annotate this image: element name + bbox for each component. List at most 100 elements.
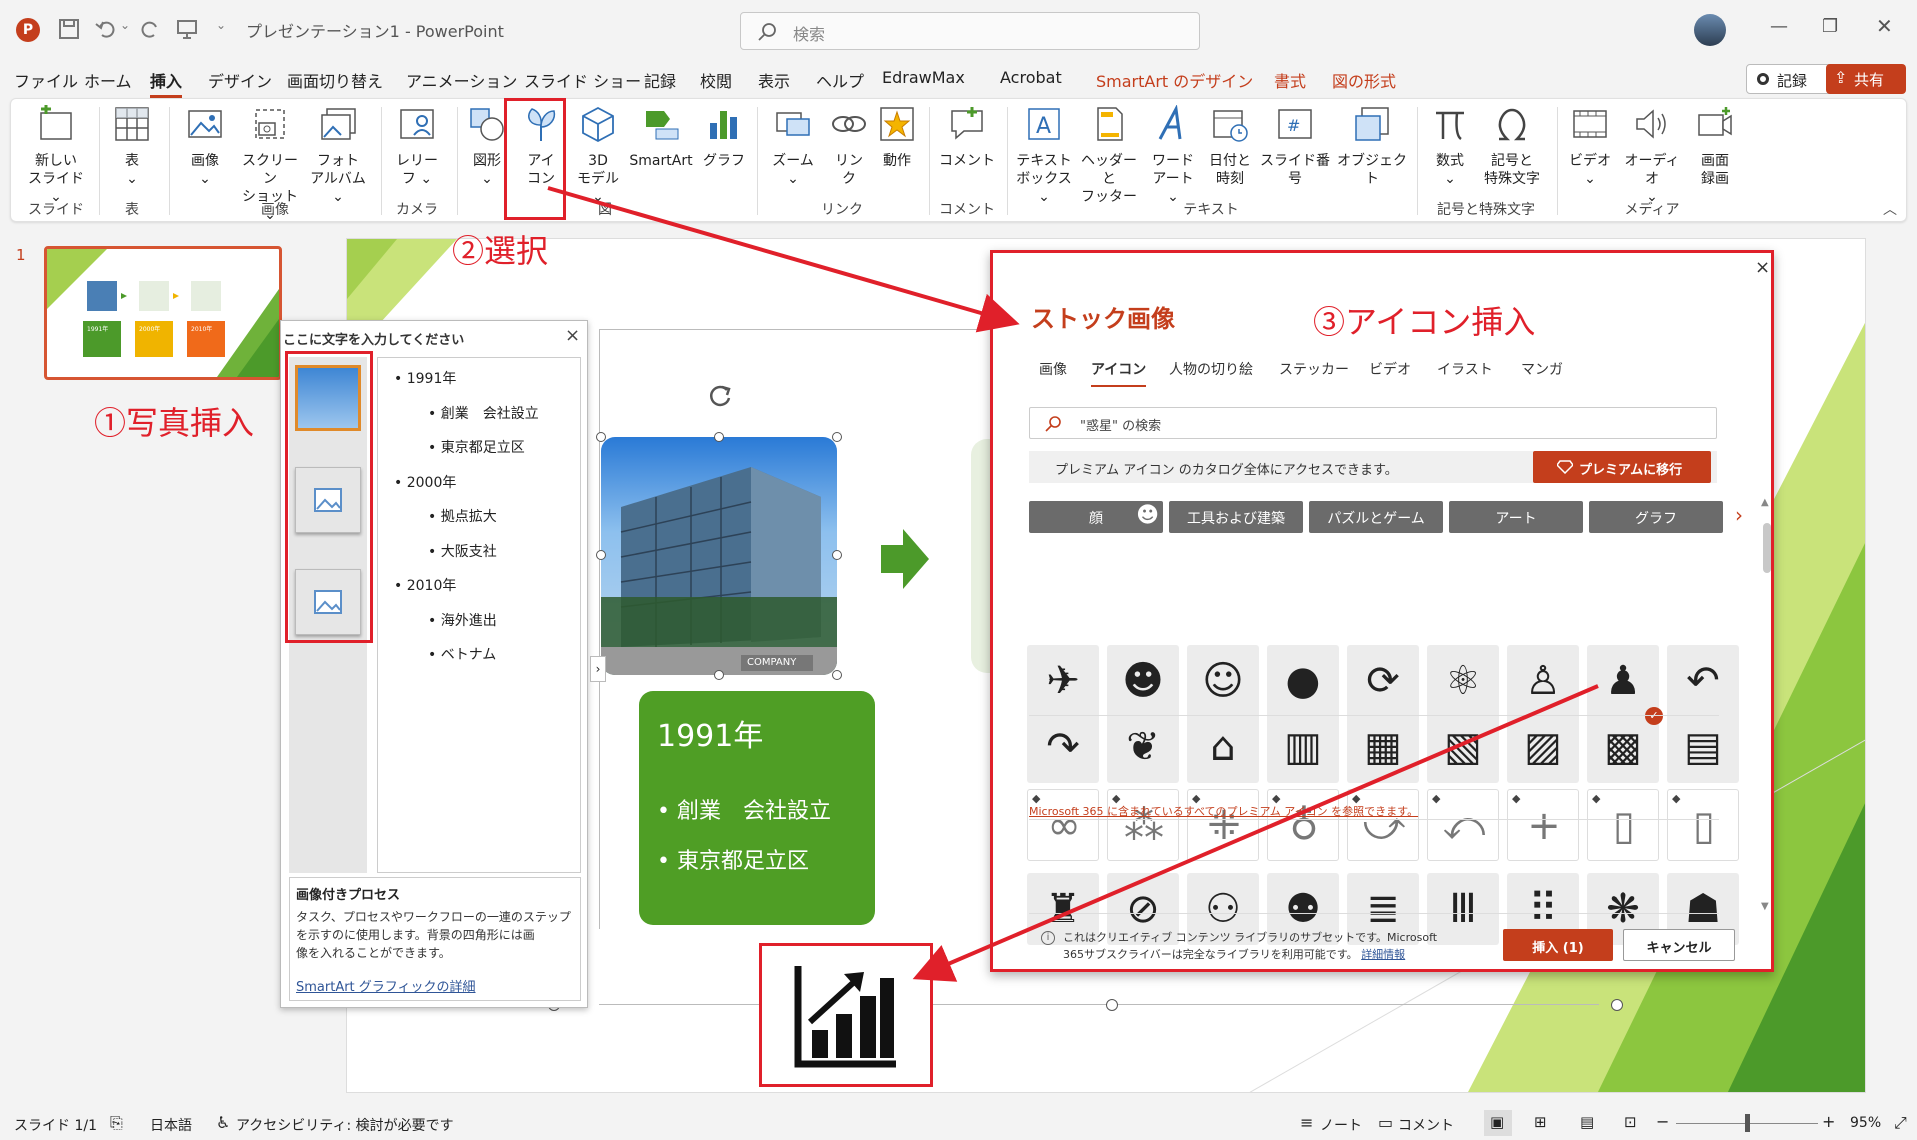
resize-handle[interactable] <box>714 432 724 442</box>
resize-handle[interactable] <box>596 432 606 442</box>
resize-handle[interactable] <box>1611 999 1623 1011</box>
go-premium-button[interactable]: プレミアムに移行 <box>1533 451 1711 483</box>
icon-tile[interactable]: ⌂ <box>1187 711 1259 783</box>
icon-tile[interactable]: ↶ <box>1667 645 1739 717</box>
tab-insert[interactable]: 挿入 <box>150 68 183 98</box>
category-games[interactable]: パズルとゲーム <box>1309 501 1443 533</box>
tab-picture-format[interactable]: 図の形式 <box>1332 68 1396 92</box>
icon-tile[interactable]: Ⅲ <box>1427 873 1499 945</box>
smartart-button[interactable]: SmartArt <box>625 105 697 170</box>
insert-button[interactable]: 挿入 (1) <box>1503 929 1613 961</box>
icon-tile[interactable]: ▦ <box>1347 711 1419 783</box>
spellcheck-icon[interactable]: ⎘ <box>110 1113 123 1133</box>
zoom-button[interactable]: ズーム ⌄ <box>765 105 821 188</box>
bullet-item[interactable]: • ベトナム <box>428 644 496 664</box>
3d-models-button[interactable]: 3D モデル ⌄ <box>571 105 625 206</box>
zoom-slider-thumb[interactable] <box>1745 1114 1750 1132</box>
tab-review[interactable]: 校閲 <box>700 68 732 92</box>
save-icon[interactable] <box>58 18 80 40</box>
photo-album-button[interactable]: フォト アルバム ⌄ <box>305 105 371 206</box>
comment-button[interactable]: コメント <box>939 105 995 170</box>
smartart-details-link[interactable]: SmartArt グラフィックの詳細 <box>296 976 476 995</box>
cameo-button[interactable]: レリー フ ⌄ <box>389 105 445 188</box>
scroll-down-icon[interactable]: ▼ <box>1761 901 1769 912</box>
icon-tile[interactable]: ▯ ◆ <box>1587 789 1659 861</box>
chart-button[interactable]: グラフ <box>701 105 747 170</box>
rotate-handle-icon[interactable] <box>705 381 735 411</box>
link-button[interactable]: リン ク <box>827 105 871 188</box>
icon-tile[interactable]: ● <box>1267 645 1339 717</box>
picture-button[interactable]: 画像 ⌄ <box>179 105 231 188</box>
icon-tile[interactable]: ⟳ <box>1347 645 1419 717</box>
icon-tile[interactable]: ♁ ◆ <box>1267 789 1339 861</box>
building-photo[interactable]: COMPANY <box>601 437 837 675</box>
slide-number-button[interactable]: # スライド番号 <box>1255 105 1335 188</box>
equation-button[interactable]: 数式 ⌄ <box>1425 105 1475 188</box>
tab-acrobat[interactable]: Acrobat <box>1000 68 1062 87</box>
text-pane-close-icon[interactable]: × <box>565 325 580 346</box>
comments-button[interactable]: コメント <box>1398 1115 1454 1135</box>
icon-tile[interactable]: ❦ <box>1107 711 1179 783</box>
fit-to-window-icon[interactable]: ⤢ <box>1894 1113 1907 1133</box>
slideshow-icon[interactable]: ⊡ <box>1624 1113 1637 1131</box>
customize-toolbar-icon[interactable]: ⌄ <box>216 18 226 32</box>
bullet-item[interactable]: • 2010年 <box>394 575 456 595</box>
icon-tile[interactable]: ▥ <box>1267 711 1339 783</box>
resize-handle[interactable] <box>596 550 606 560</box>
redo-icon[interactable] <box>140 18 162 40</box>
icon-tile[interactable]: ▩✓ <box>1587 707 1663 783</box>
icon-tile[interactable]: ∞ ◆ <box>1027 789 1099 861</box>
bullet-editor[interactable]: • 1991年 • 創業 会社設立 • 東京都足立区 • 2000年 • 拠点拡大 • 大… <box>377 357 581 873</box>
dialog-tab-stickers[interactable]: ステッカー <box>1279 359 1349 379</box>
tab-home[interactable]: ホーム <box>84 68 132 92</box>
tab-view[interactable]: 表示 <box>758 68 790 92</box>
icon-tile[interactable]: ▯ ◆ <box>1667 789 1739 861</box>
tab-smartart-design[interactable]: SmartArt のデザイン <box>1096 68 1253 92</box>
icon-tile[interactable]: ☺ <box>1187 645 1259 717</box>
category-faces[interactable]: 顔 ☻ <box>1029 501 1163 533</box>
resize-handle[interactable] <box>832 670 842 680</box>
bullet-item[interactable]: • 大阪支社 <box>428 541 497 561</box>
zoom-out-icon[interactable]: − <box>1656 1112 1669 1131</box>
icon-tile[interactable]: ▧ <box>1427 711 1499 783</box>
zoom-level[interactable]: 95% <box>1850 1115 1881 1131</box>
dialog-tab-videos[interactable]: ビデオ <box>1369 359 1411 379</box>
resize-handle[interactable] <box>1106 999 1118 1011</box>
tab-edrawmax[interactable]: EdrawMax <box>882 68 965 87</box>
restore-icon[interactable]: ❐ <box>1822 16 1838 37</box>
notes-button[interactable]: ノート <box>1320 1115 1362 1135</box>
dialog-search-input[interactable]: "惑星" の検索 <box>1029 407 1717 439</box>
icon-tile[interactable]: ☻ <box>1107 645 1179 717</box>
zoom-in-icon[interactable]: + <box>1822 1112 1835 1131</box>
bullet-item[interactable]: • 海外進出 <box>428 610 497 630</box>
video-button[interactable]: ビデオ ⌄ <box>1565 105 1615 188</box>
slide-thumbnail[interactable]: 1991年 2000年 2010年 <box>44 246 282 380</box>
table-button[interactable]: 表 ⌄ <box>107 105 157 188</box>
category-graph[interactable]: グラフ <box>1589 501 1723 533</box>
audio-button[interactable]: オーディオ ⌄ <box>1619 105 1685 206</box>
object-button[interactable]: オブジェクト <box>1335 105 1409 188</box>
bullet-item[interactable]: • 1991年 <box>394 368 456 388</box>
tab-format[interactable]: 書式 <box>1274 68 1306 92</box>
resize-handle[interactable] <box>832 432 842 442</box>
dialog-tab-illustrations[interactable]: イラスト <box>1437 359 1493 379</box>
close-window-icon[interactable]: ✕ <box>1876 14 1893 38</box>
wordart-button[interactable]: ワード アート ⌄ <box>1145 104 1201 206</box>
tab-animations[interactable]: アニメーション <box>406 68 517 92</box>
scroll-up-icon[interactable]: ▲ <box>1761 497 1769 508</box>
icon-tile[interactable]: ♟ <box>1587 645 1659 717</box>
collapse-ribbon-icon[interactable]: ︿ <box>1883 199 1897 219</box>
language-status[interactable]: 日本語 <box>150 1115 192 1135</box>
icon-tile[interactable]: ↷ <box>1027 711 1099 783</box>
icon-tile[interactable]: ⤻ ◆ <box>1347 789 1419 861</box>
premium-icons-link[interactable]: Microsoft 365 に含まれているすべてのプレミアム アイコン を参照で… <box>1029 803 1418 819</box>
tab-record[interactable]: 記録 <box>644 68 676 92</box>
learn-more-link[interactable]: 詳細情報 <box>1361 948 1405 961</box>
tab-transitions[interactable]: 画面切り替え <box>287 68 383 92</box>
screen-recording-button[interactable]: 画面 録画 <box>1691 105 1739 188</box>
process-text-box[interactable]: 1991年 • 創業 会社設立 • 東京都足立区 <box>639 691 875 925</box>
bullet-item[interactable]: • 2000年 <box>394 472 456 492</box>
resize-handle[interactable] <box>714 670 724 680</box>
avatar[interactable] <box>1694 14 1726 46</box>
growth-chart-icon[interactable] <box>792 960 902 1070</box>
